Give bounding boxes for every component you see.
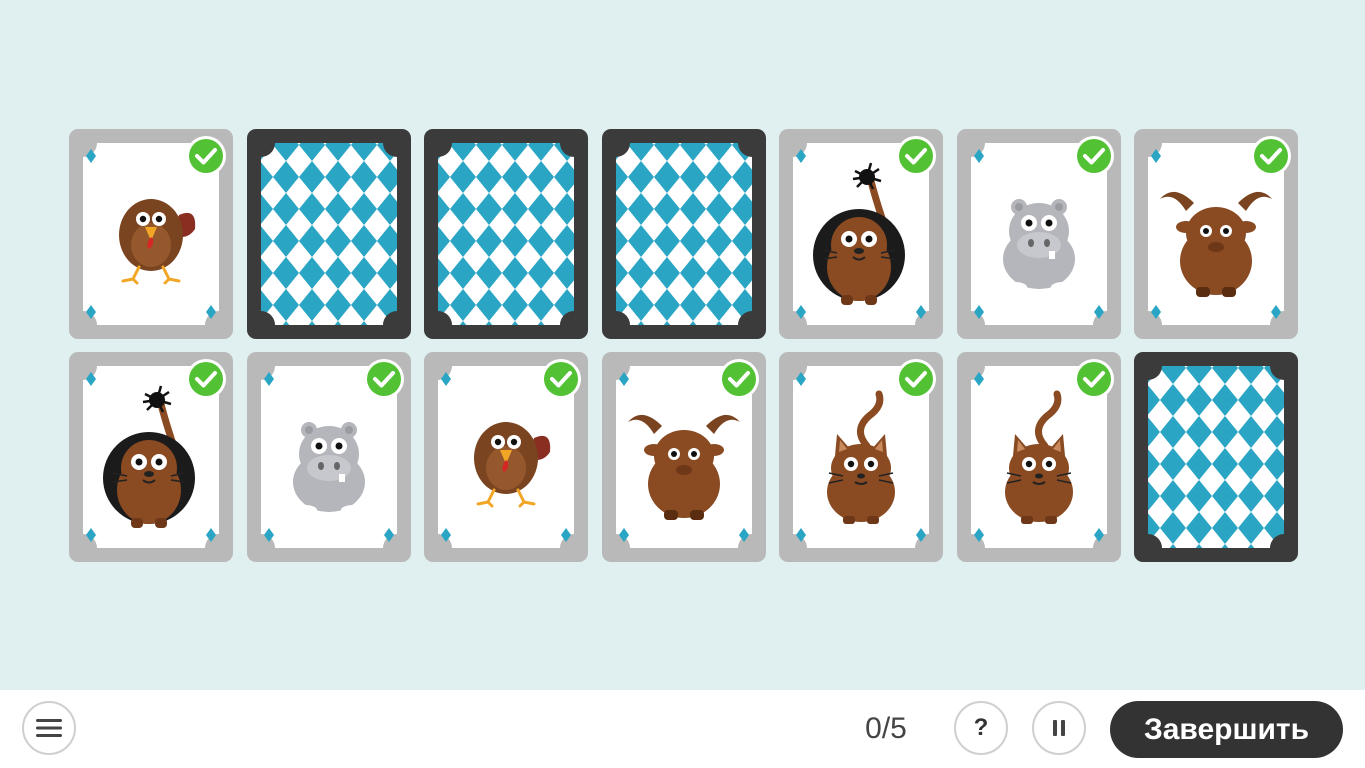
help-button[interactable]: ? <box>954 701 1008 755</box>
card-lion[interactable] <box>779 129 943 339</box>
card-back-pattern <box>260 143 397 325</box>
checkmark-icon <box>186 136 226 176</box>
pause-icon <box>1053 720 1065 736</box>
game-board <box>0 0 1365 690</box>
hamburger-menu-icon <box>36 719 62 737</box>
finish-button[interactable]: Завершить <box>1110 701 1343 758</box>
card-face-down[interactable] <box>424 129 588 339</box>
checkmark-icon <box>896 136 936 176</box>
card-cat[interactable] <box>779 352 943 562</box>
score-counter: 0/5 <box>865 712 907 745</box>
card-lion[interactable] <box>69 352 233 562</box>
card-turkey[interactable] <box>69 129 233 339</box>
checkmark-icon <box>363 359 404 399</box>
checkmark-icon <box>1073 359 1114 399</box>
checkmark-icon <box>896 359 936 399</box>
card-goat[interactable] <box>601 352 766 562</box>
pause-button[interactable] <box>1032 701 1086 755</box>
card-goat[interactable] <box>1134 129 1298 339</box>
hippo-icon <box>292 422 365 515</box>
card-back-pattern <box>438 143 574 325</box>
hippo-icon <box>1002 199 1075 292</box>
bottom-toolbar: 0/5 ? Завершить <box>0 690 1365 768</box>
card-back-pattern <box>615 143 752 325</box>
checkmark-icon <box>718 359 759 399</box>
card-back-pattern <box>1148 366 1284 548</box>
card-hippo[interactable] <box>246 352 411 562</box>
card-hippo[interactable] <box>956 129 1121 339</box>
card-face-down[interactable] <box>1134 352 1298 562</box>
card-cat[interactable] <box>956 352 1121 562</box>
card-turkey[interactable] <box>424 352 588 562</box>
menu-button[interactable] <box>22 701 76 755</box>
checkmark-icon <box>1251 136 1291 176</box>
checkmark-icon <box>541 359 581 399</box>
checkmark-icon <box>186 359 226 399</box>
card-face-down[interactable] <box>601 129 766 339</box>
checkmark-icon <box>1073 136 1114 176</box>
card-face-down[interactable] <box>246 129 411 339</box>
